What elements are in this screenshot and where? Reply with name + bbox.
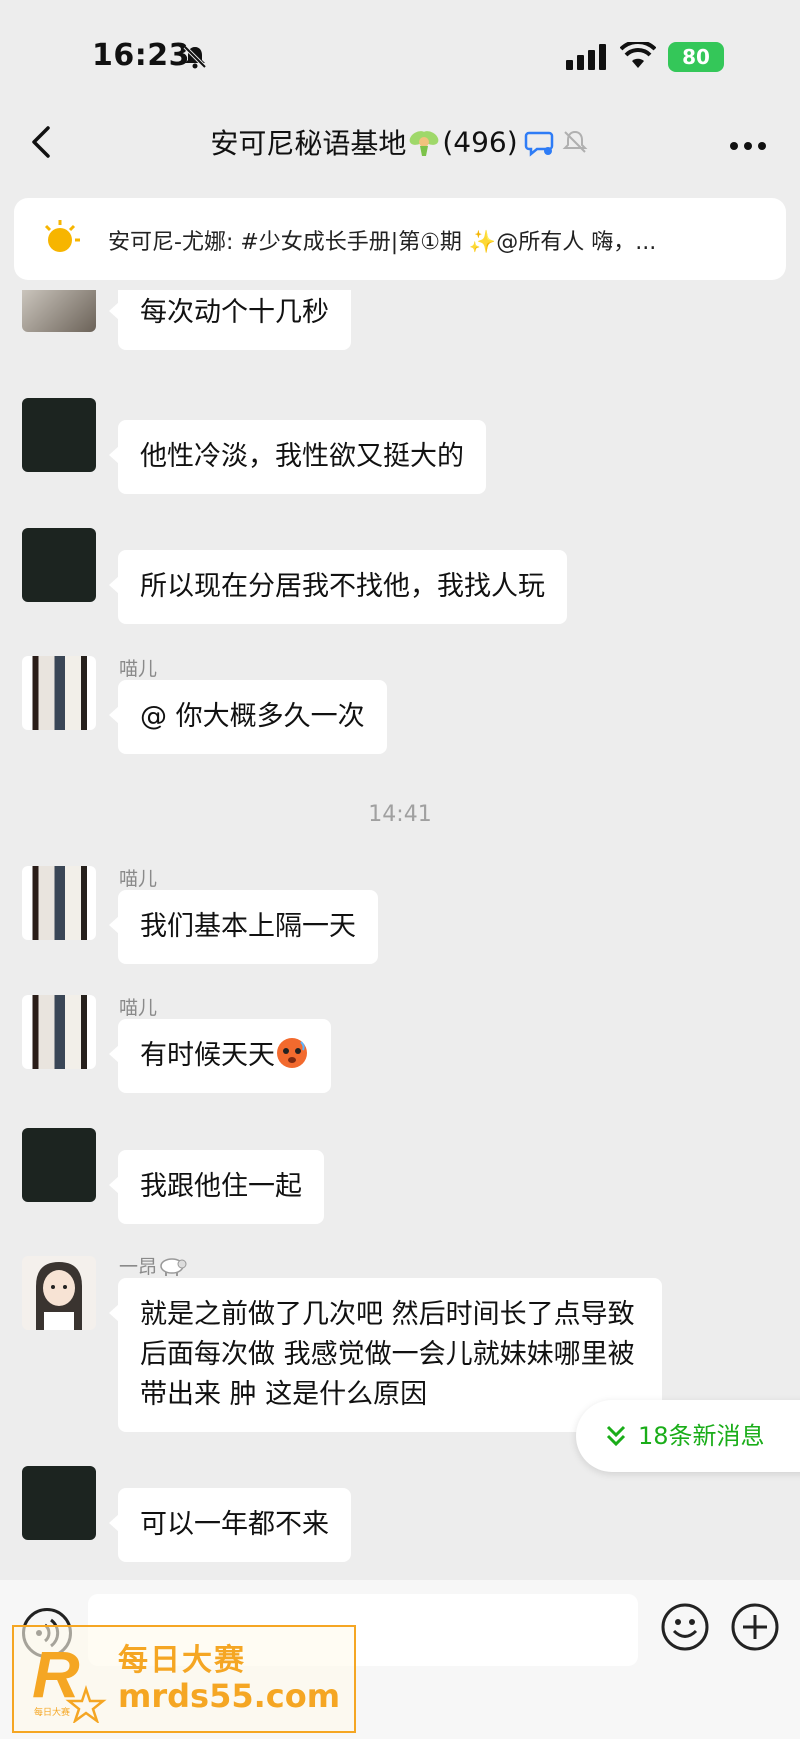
group-notice-banner[interactable]: 安可尼-尤娜: #少女成长手册|第①期 ✨@所有人 嗨，... — [14, 198, 786, 280]
avatar[interactable] — [22, 290, 96, 332]
wifi-icon — [620, 42, 656, 68]
watermark-logo-text: 每日大赛 — [34, 1706, 70, 1717]
avatar[interactable] — [22, 1256, 96, 1330]
message-bubble[interactable]: 就是之前做了几次吧 然后时间长了点导致后面每次做 我感觉做一会儿就妹妹哪里被带出… — [109, 1278, 662, 1432]
chat-header: 安可尼秘语基地 (496) — [0, 100, 800, 190]
message-bubble[interactable]: 他性冷淡，我性欲又挺大的 — [109, 420, 486, 494]
message-list[interactable]: 每次动个十几秒 他性冷淡，我性欲又挺大的 所以现在分居我不找他，我找人玩 喵儿 … — [0, 290, 800, 1580]
watermark: R 每日大赛 每日大赛 mrds55.com — [12, 1625, 356, 1733]
message-bubble[interactable]: 所以现在分居我不找他，我找人玩 — [109, 550, 567, 624]
cell-signal-icon — [566, 44, 606, 70]
message-timestamp: 14:41 — [368, 802, 432, 827]
watermark-title: 每日大赛 — [118, 1643, 246, 1678]
double-chevron-down-icon — [606, 1425, 626, 1447]
sun-icon — [44, 220, 80, 252]
battery-indicator: 80 — [668, 42, 724, 72]
sender-name: 喵儿 — [119, 658, 158, 680]
fairy-emoji-icon — [410, 131, 439, 156]
avatar[interactable] — [22, 1128, 96, 1202]
hot-face-emoji-icon — [277, 1038, 307, 1068]
muted-bell-icon — [562, 130, 588, 153]
plus-button-icon[interactable] — [730, 1602, 780, 1652]
message-bubble[interactable]: @ 你大概多久一次 — [109, 680, 387, 754]
watermark-logo: R 每日大赛 — [32, 1637, 107, 1723]
group-name: 安可尼秘语基地 — [210, 127, 407, 160]
status-time: 16:23 — [92, 38, 190, 73]
notice-text: 安可尼-尤娜: #少女成长手册|第①期 ✨@所有人 嗨，... — [108, 230, 657, 255]
sheep-emoji-icon — [160, 1258, 187, 1276]
avatar[interactable] — [22, 1466, 96, 1540]
avatar[interactable] — [22, 398, 96, 472]
more-options-icon[interactable] — [728, 140, 768, 152]
watermark-url: mrds55.com — [118, 1677, 341, 1715]
message-bubble[interactable]: 可以一年都不来 — [109, 1488, 351, 1562]
sender-name: 一昂 — [119, 1252, 187, 1279]
message-bubble[interactable]: 有时候天天 — [109, 1019, 331, 1093]
message-bubble[interactable]: 我们基本上隔一天 — [109, 890, 378, 964]
message-bubble[interactable]: 我跟他住一起 — [109, 1150, 324, 1224]
message-text: 有时候天天 — [140, 1040, 275, 1071]
emoji-button-icon[interactable] — [660, 1602, 710, 1652]
new-messages-label: 18条新消息 — [638, 1422, 765, 1450]
new-messages-button[interactable]: 18条新消息 — [576, 1400, 800, 1472]
status-bar: 16:23 80 — [0, 0, 800, 110]
bell-off-icon — [183, 45, 207, 69]
avatar[interactable] — [22, 528, 96, 602]
member-count: (496) — [442, 125, 518, 159]
chat-title: 安可尼秘语基地 (496) — [0, 122, 800, 162]
cartoon-girl-avatar-icon — [36, 1262, 82, 1330]
chat-bubble-icon — [524, 131, 553, 157]
avatar[interactable] — [22, 995, 96, 1069]
avatar[interactable] — [22, 866, 96, 940]
sender-name: 喵儿 — [119, 997, 158, 1019]
avatar[interactable] — [22, 656, 96, 730]
sender-name: 喵儿 — [119, 868, 158, 890]
message-bubble[interactable]: 每次动个十几秒 — [109, 290, 351, 350]
